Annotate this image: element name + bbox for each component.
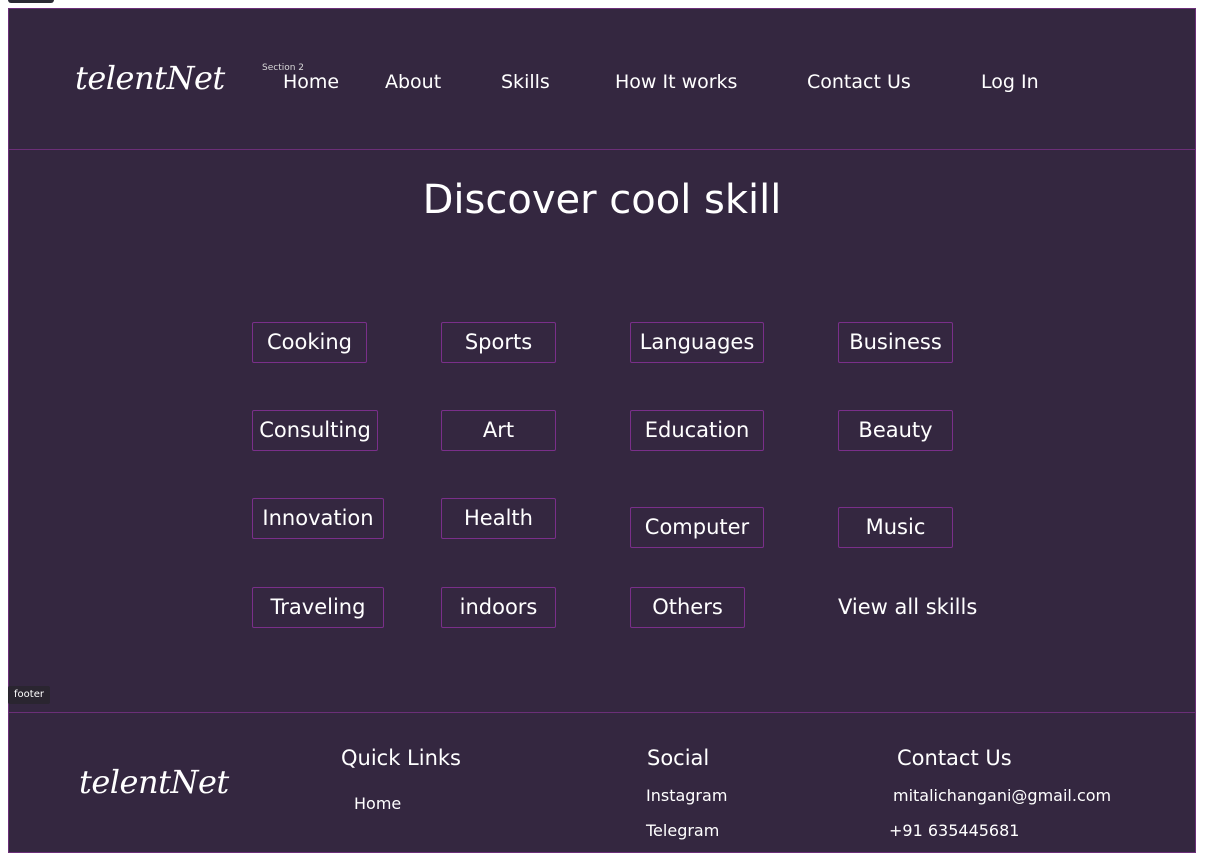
- skill-button-computer[interactable]: Computer: [630, 507, 764, 548]
- site-footer: telentNet Quick Links Home Social Instag…: [9, 712, 1195, 853]
- nav-item-about[interactable]: About: [385, 71, 441, 93]
- social-heading: Social: [647, 746, 710, 770]
- skill-button-innovation[interactable]: Innovation: [252, 498, 384, 539]
- quick-links-heading: Quick Links: [341, 746, 462, 770]
- skill-button-health[interactable]: Health: [441, 498, 556, 539]
- skill-button-beauty[interactable]: Beauty: [838, 410, 953, 451]
- skill-button-consulting[interactable]: Consulting: [252, 410, 378, 451]
- footer-link-home[interactable]: Home: [354, 794, 401, 813]
- page-frame: telentNet Section 2 Home About Skills Ho…: [8, 8, 1196, 853]
- nav-item-skills[interactable]: Skills: [501, 71, 550, 93]
- skill-button-others[interactable]: Others: [630, 587, 745, 628]
- footer-label: footer: [8, 686, 50, 704]
- top-tab-marker: [8, 0, 54, 3]
- site-header: telentNet Section 2 Home About Skills Ho…: [9, 9, 1195, 150]
- nav-item-how-it-works[interactable]: How It works: [615, 71, 737, 93]
- brand-logo[interactable]: telentNet: [75, 59, 225, 97]
- nav-item-home[interactable]: Home: [283, 71, 339, 93]
- contact-email[interactable]: mitalichangani@gmail.com: [893, 786, 1111, 805]
- nav-item-contact-us[interactable]: Contact Us: [807, 71, 911, 93]
- view-all-skills-link[interactable]: View all skills: [838, 595, 977, 619]
- contact-phone[interactable]: +91 635445681: [889, 821, 1019, 840]
- skill-button-languages[interactable]: Languages: [630, 322, 764, 363]
- nav-item-log-in[interactable]: Log In: [981, 71, 1039, 93]
- page-title: Discover cool skill: [422, 177, 782, 223]
- skill-button-art[interactable]: Art: [441, 410, 556, 451]
- skill-button-cooking[interactable]: Cooking: [252, 322, 367, 363]
- footer-link-telegram[interactable]: Telegram: [646, 821, 719, 840]
- skill-button-sports[interactable]: Sports: [441, 322, 556, 363]
- skill-button-traveling[interactable]: Traveling: [252, 587, 384, 628]
- skill-button-indoors[interactable]: indoors: [441, 587, 556, 628]
- footer-brand-logo[interactable]: telentNet: [79, 763, 229, 801]
- footer-link-instagram[interactable]: Instagram: [646, 786, 727, 805]
- skill-button-education[interactable]: Education: [630, 410, 764, 451]
- skill-button-business[interactable]: Business: [838, 322, 953, 363]
- skill-button-music[interactable]: Music: [838, 507, 953, 548]
- contact-heading: Contact Us: [897, 746, 1012, 770]
